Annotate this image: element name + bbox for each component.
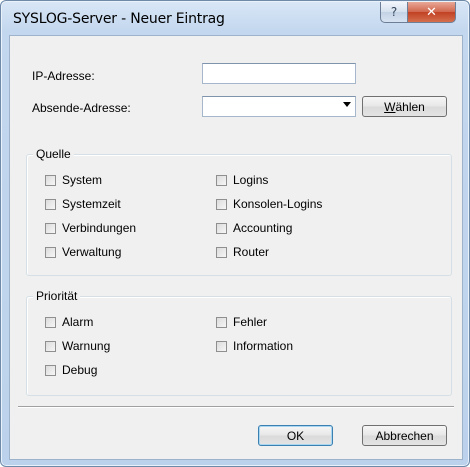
checkbox-label: Router (233, 245, 270, 259)
checkbox-label: Warnung (62, 339, 111, 353)
select-button[interactable]: Wählen (362, 96, 447, 117)
checkbox-label: Logins (233, 173, 269, 187)
window-title: SYSLOG-Server - Neuer Eintrag (13, 11, 225, 27)
select-button-accelerator: W (384, 99, 396, 114)
checkbox-box[interactable] (45, 364, 56, 376)
checkbox-box[interactable] (45, 174, 56, 186)
ip-address-input[interactable] (202, 63, 356, 84)
checkbox-box[interactable] (216, 198, 227, 210)
checkbox-label: Alarm (62, 315, 94, 329)
priority-group: Priorität Alarm Warnung Debug Fehler Inf… (26, 289, 452, 396)
checkbox-verbindungen[interactable]: Verbindungen (45, 221, 136, 235)
checkbox-system[interactable]: System (45, 173, 102, 187)
source-group-title: Quelle (33, 147, 74, 161)
checkbox-label: Verbindungen (62, 221, 137, 235)
checkbox-box[interactable] (45, 316, 56, 328)
checkbox-label: Verwaltung (62, 245, 122, 259)
source-address-combobox[interactable] (202, 96, 356, 117)
ok-button[interactable]: OK (258, 425, 333, 446)
checkbox-box[interactable] (216, 246, 227, 258)
checkbox-information[interactable]: Information (216, 339, 293, 353)
checkbox-box[interactable] (216, 222, 227, 234)
priority-group-title: Priorität (33, 289, 81, 303)
checkbox-konsolen-logins[interactable]: Konsolen-Logins (216, 197, 322, 211)
close-button[interactable]: ✕ (407, 2, 456, 23)
checkbox-label: Konsolen-Logins (233, 197, 323, 211)
checkbox-box[interactable] (45, 198, 56, 210)
checkbox-warnung[interactable]: Warnung (45, 339, 110, 353)
checkbox-verwaltung[interactable]: Verwaltung (45, 245, 121, 259)
dialog-client-area: IP-Adresse: Absende-Adresse: Wählen Quel… (9, 35, 463, 460)
checkbox-debug[interactable]: Debug (45, 363, 97, 377)
cancel-button[interactable]: Abbrechen (362, 425, 447, 446)
source-group: Quelle System Systemzeit Verbindungen Ve… (26, 147, 452, 276)
checkbox-label: Fehler (233, 315, 268, 329)
checkbox-label: Debug (62, 363, 98, 377)
checkbox-box[interactable] (216, 340, 227, 352)
source-address-label: Absende-Adresse: (32, 101, 131, 115)
checkbox-accounting[interactable]: Accounting (216, 221, 292, 235)
checkbox-router[interactable]: Router (216, 245, 269, 259)
title-bar[interactable]: SYSLOG-Server - Neuer Eintrag ? ✕ (1, 1, 469, 35)
help-icon: ? (390, 5, 398, 19)
checkbox-label: Information (233, 339, 294, 353)
footer-separator (18, 406, 454, 408)
close-icon: ✕ (426, 4, 437, 20)
help-button[interactable]: ? (380, 2, 408, 23)
checkbox-box[interactable] (45, 340, 56, 352)
checkbox-label: Accounting (233, 221, 293, 235)
checkbox-box[interactable] (45, 222, 56, 234)
checkbox-logins[interactable]: Logins (216, 173, 268, 187)
checkbox-box[interactable] (216, 316, 227, 328)
checkbox-alarm[interactable]: Alarm (45, 315, 93, 329)
dialog-window: SYSLOG-Server - Neuer Eintrag ? ✕ IP-Adr… (0, 0, 470, 467)
ip-address-label: IP-Adresse: (32, 69, 95, 83)
checkbox-fehler[interactable]: Fehler (216, 315, 267, 329)
checkbox-systemzeit[interactable]: Systemzeit (45, 197, 121, 211)
checkbox-label: System (62, 173, 103, 187)
checkbox-box[interactable] (45, 246, 56, 258)
select-button-label-rest: ählen (395, 99, 425, 114)
dropdown-arrow-icon[interactable] (343, 102, 351, 107)
checkbox-label: Systemzeit (62, 197, 121, 211)
checkbox-box[interactable] (216, 174, 227, 186)
